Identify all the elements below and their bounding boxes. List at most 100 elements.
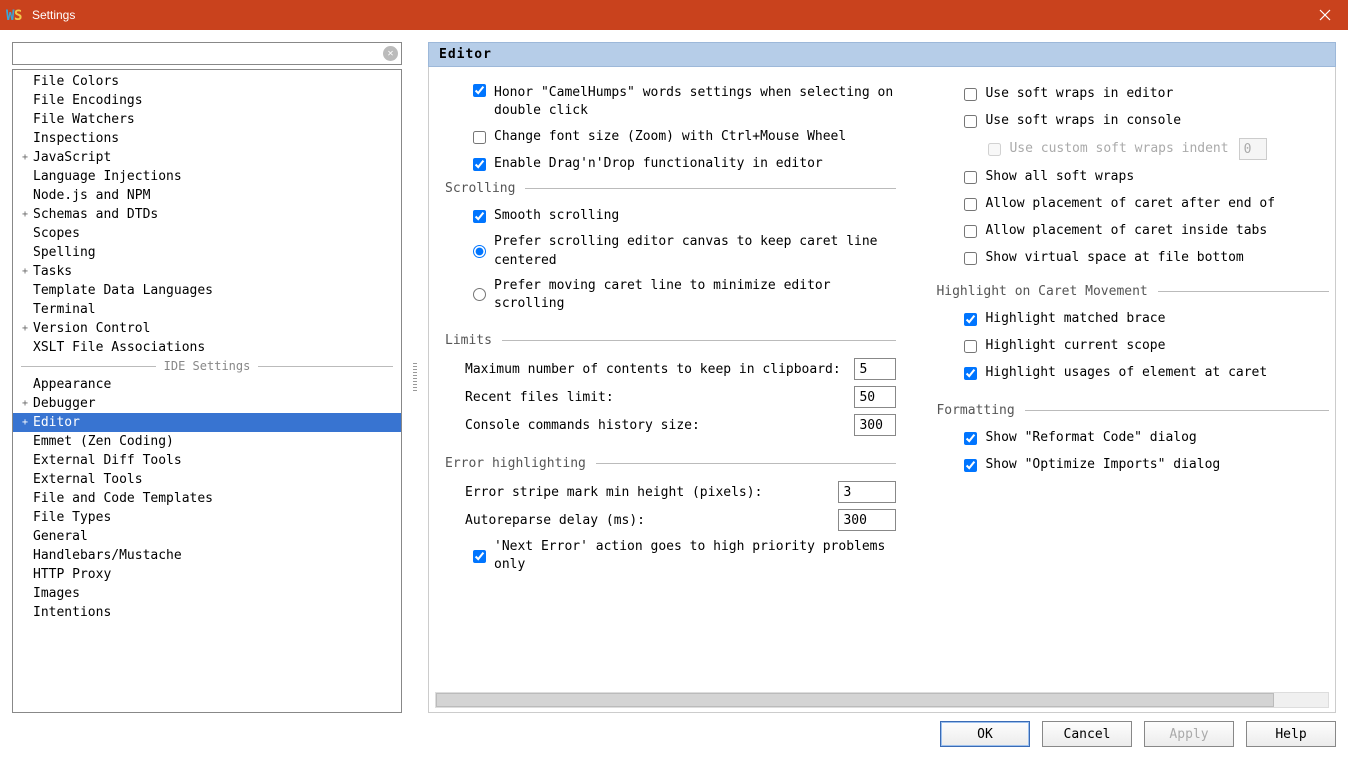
softwrap-indent-input [1239,138,1267,160]
tree-item[interactable]: Node.js and NPM [13,186,401,205]
hl-brace-label: Highlight matched brace [985,310,1165,328]
expand-icon[interactable]: + [19,209,31,220]
expand-icon[interactable]: + [19,266,31,277]
nexterror-label: 'Next Error' action goes to high priorit… [494,538,896,574]
ctrlwheel-label: Change font size (Zoom) with Ctrl+Mouse … [494,128,846,146]
history-size-input[interactable] [854,414,896,436]
scroll-minimize-radio[interactable] [473,288,486,301]
tree-item[interactable]: Language Injections [13,167,401,186]
hl-scope-checkbox[interactable] [964,340,977,353]
tree-item[interactable]: File Colors [13,72,401,91]
tree-item[interactable]: Appearance [13,375,401,394]
scrolling-group-title: Scrolling [445,181,896,196]
stripe-height-input[interactable] [838,481,896,503]
formatting-group-title: Formatting [936,403,1329,418]
cancel-button[interactable]: Cancel [1042,721,1132,747]
tree-item[interactable]: Scopes [13,224,401,243]
tree-item-label: Images [31,586,80,601]
tree-item[interactable]: Inspections [13,129,401,148]
softwrap-console-checkbox[interactable] [964,115,977,128]
expand-icon[interactable]: + [19,417,31,428]
softwrap-indent-label: Use custom soft wraps indent [1009,140,1228,158]
expand-icon[interactable]: + [19,323,31,334]
tree-item[interactable]: External Tools [13,470,401,489]
titlebar: WS Settings [0,0,1348,30]
tree-item-label: External Tools [31,472,143,487]
tree-item-label: HTTP Proxy [31,567,111,582]
expand-icon[interactable]: + [19,152,31,163]
tree-item[interactable]: HTTP Proxy [13,565,401,584]
tree-item[interactable]: General [13,527,401,546]
tree-item[interactable]: Template Data Languages [13,281,401,300]
tree-item[interactable]: Emmet (Zen Coding) [13,432,401,451]
expand-icon[interactable]: + [19,398,31,409]
virtual-bottom-label: Show virtual space at file bottom [985,249,1243,267]
tree-item-label: Template Data Languages [31,283,213,298]
tree-item[interactable]: File Types [13,508,401,527]
tree-item[interactable]: +Version Control [13,319,401,338]
splitter[interactable] [412,42,418,713]
softwrap-indent-checkbox [988,143,1001,156]
tree-item[interactable]: File Watchers [13,110,401,129]
clear-search-icon[interactable]: ✕ [383,46,398,61]
apply-button[interactable]: Apply [1144,721,1234,747]
tree-item[interactable]: +Tasks [13,262,401,281]
optimize-imports-label: Show "Optimize Imports" dialog [985,456,1220,474]
virtual-bottom-checkbox[interactable] [964,252,977,265]
scroll-centered-radio[interactable] [473,245,486,258]
hl-usages-checkbox[interactable] [964,367,977,380]
tree-item-label: Tasks [31,264,72,279]
clipboard-max-label: Maximum number of contents to keep in cl… [465,362,846,377]
scroll-centered-label: Prefer scrolling editor canvas to keep c… [494,233,896,269]
tree-item-label: External Diff Tools [31,453,182,468]
right-column: Editor Honor "CamelHumps" words settings… [428,42,1336,713]
optimize-imports-checkbox[interactable] [964,459,977,472]
tree-item-label: Schemas and DTDs [31,207,158,222]
tree-item[interactable]: +JavaScript [13,148,401,167]
hl-brace-checkbox[interactable] [964,313,977,326]
ctrlwheel-checkbox[interactable] [473,131,486,144]
tree-item-label: File Encodings [31,93,143,108]
autoreparse-input[interactable] [838,509,896,531]
horizontal-scrollbar[interactable] [435,692,1329,708]
tree-item[interactable]: Images [13,584,401,603]
settings-window: WS Settings ✕ File Colors File Encodings F… [0,0,1348,759]
tree-item[interactable]: File Encodings [13,91,401,110]
tree-item[interactable]: +Debugger [13,394,401,413]
tree-item[interactable]: File and Code Templates [13,489,401,508]
tree-item[interactable]: Terminal [13,300,401,319]
smooth-scroll-checkbox[interactable] [473,210,486,223]
tree-item[interactable]: Intentions [13,603,401,622]
tree-item-label: XSLT File Associations [31,340,205,355]
caret-afterend-checkbox[interactable] [964,198,977,211]
left-column: ✕ File Colors File Encodings File Watchers… [12,42,402,713]
highlight-group-title: Highlight on Caret Movement [936,284,1329,299]
tree-item[interactable]: XSLT File Associations [13,338,401,357]
smooth-scroll-label: Smooth scrolling [494,207,619,225]
caret-tabs-checkbox[interactable] [964,225,977,238]
tree-item[interactable]: +Editor [13,413,401,432]
hl-scope-label: Highlight current scope [985,337,1165,355]
tree-item-label: Intentions [31,605,111,620]
dialog-body: ✕ File Colors File Encodings File Watchers… [0,30,1348,759]
recent-files-input[interactable] [854,386,896,408]
search-input[interactable] [12,42,402,65]
close-button[interactable] [1302,0,1348,30]
showall-softwraps-checkbox[interactable] [964,171,977,184]
tree-item[interactable]: Spelling [13,243,401,262]
tree-divider: IDE Settings [21,359,393,373]
tree-item[interactable]: +Schemas and DTDs [13,205,401,224]
tree-item[interactable]: Handlebars/Mustache [13,546,401,565]
help-button[interactable]: Help [1246,721,1336,747]
camelhumps-checkbox[interactable] [473,84,486,97]
tree-item-label: Appearance [31,377,111,392]
tree-item-label: Version Control [31,321,150,336]
tree-item[interactable]: External Diff Tools [13,451,401,470]
ok-button[interactable]: OK [940,721,1030,747]
settings-tree[interactable]: File ColorsFile EncodingsFile WatchersIn… [12,69,402,713]
nexterror-checkbox[interactable] [473,550,486,563]
reformat-dialog-checkbox[interactable] [964,432,977,445]
softwrap-editor-checkbox[interactable] [964,88,977,101]
dragdrop-checkbox[interactable] [473,158,486,171]
clipboard-max-input[interactable] [854,358,896,380]
